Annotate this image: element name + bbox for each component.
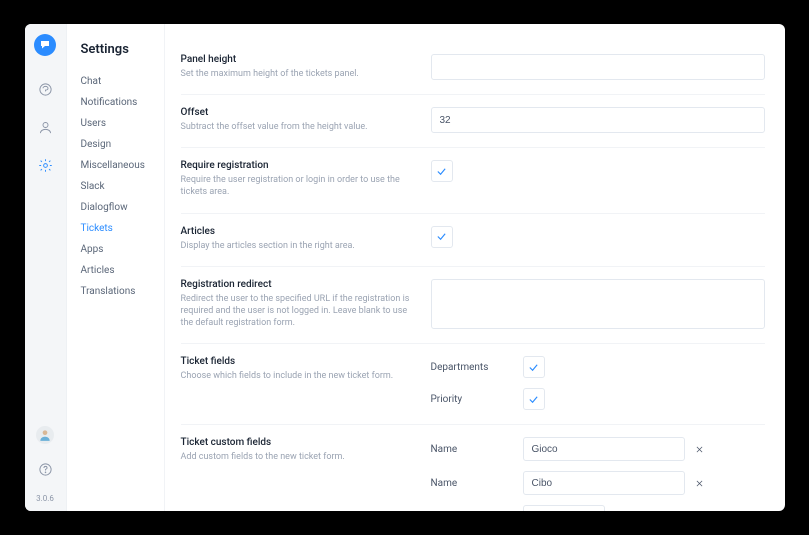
setting-label: Articles	[181, 226, 415, 237]
remove-icon[interactable]	[693, 476, 707, 490]
setting-label: Ticket custom fields	[181, 437, 415, 448]
help-icon[interactable]	[34, 458, 56, 480]
page-title: Settings	[81, 42, 164, 57]
profile-avatar[interactable]	[36, 426, 54, 444]
nav-item-tickets[interactable]: Tickets	[81, 218, 164, 239]
panel-height-input[interactable]	[431, 54, 765, 80]
articles-checkbox[interactable]	[431, 226, 453, 248]
nav-item-slack[interactable]: Slack	[81, 176, 164, 197]
settings-sidebar: Settings ChatNotificationsUsersDesignMis…	[67, 24, 165, 511]
settings-window: 3.0.6 Settings ChatNotificationsUsersDes…	[25, 24, 785, 511]
setting-label: Offset	[181, 107, 415, 118]
setting-require-registration: Require registration Require the user re…	[181, 148, 765, 213]
custom-field-line: Name	[431, 437, 765, 461]
settings-icon[interactable]	[34, 154, 56, 176]
conversations-icon[interactable]	[34, 78, 56, 100]
ticket-field-priority-line: Priority	[431, 388, 765, 410]
setting-ticket-fields: Ticket fields Choose which fields to inc…	[181, 344, 765, 425]
nav-item-users[interactable]: Users	[81, 113, 164, 134]
require-registration-checkbox[interactable]	[431, 160, 453, 182]
custom-field-line: Name	[431, 471, 765, 495]
setting-desc: Subtract the offset value from the heigh…	[181, 121, 415, 133]
users-icon[interactable]	[34, 116, 56, 138]
ticket-field-departments-line: Departments	[431, 356, 765, 378]
setting-ticket-custom-fields: Ticket custom fields Add custom fields t…	[181, 425, 765, 511]
setting-label: Ticket fields	[181, 356, 415, 367]
setting-registration-redirect: Registration redirect Redirect the user …	[181, 267, 765, 344]
nav-item-chat[interactable]: Chat	[81, 71, 164, 92]
nav-item-notifications[interactable]: Notifications	[81, 92, 164, 113]
setting-offset: Offset Subtract the offset value from th…	[181, 95, 765, 148]
setting-label: Require registration	[181, 160, 415, 171]
add-custom-field-button[interactable]: Add new item	[523, 505, 606, 511]
setting-desc: Choose which fields to include in the ne…	[181, 370, 415, 382]
setting-desc: Display the articles section in the righ…	[181, 240, 415, 252]
setting-desc: Redirect the user to the specified URL i…	[181, 293, 415, 329]
nav-item-dialogflow[interactable]: Dialogflow	[81, 197, 164, 218]
icon-rail: 3.0.6	[25, 24, 67, 511]
version-label: 3.0.6	[36, 494, 54, 503]
nav-item-translations[interactable]: Translations	[81, 281, 164, 302]
custom-field-sublabel: Name	[431, 444, 523, 455]
ticket-field-departments-checkbox[interactable]	[523, 356, 545, 378]
app-logo	[34, 34, 56, 56]
ticket-field-priority-checkbox[interactable]	[523, 388, 545, 410]
registration-redirect-input[interactable]	[431, 279, 765, 329]
setting-desc: Require the user registration or login i…	[181, 174, 415, 198]
setting-desc: Add custom fields to the new ticket form…	[181, 451, 415, 463]
remove-icon[interactable]	[693, 442, 707, 456]
setting-label: Panel height	[181, 54, 415, 65]
offset-input[interactable]	[431, 107, 765, 133]
custom-field-input[interactable]	[523, 471, 685, 495]
nav-item-design[interactable]: Design	[81, 134, 164, 155]
settings-main: Panel height Set the maximum height of t…	[165, 24, 785, 511]
ticket-field-priority-sublabel: Priority	[431, 394, 523, 405]
setting-panel-height: Panel height Set the maximum height of t…	[181, 42, 765, 95]
nav-item-miscellaneous[interactable]: Miscellaneous	[81, 155, 164, 176]
nav-item-apps[interactable]: Apps	[81, 239, 164, 260]
ticket-field-departments-sublabel: Departments	[431, 362, 523, 373]
nav-item-articles[interactable]: Articles	[81, 260, 164, 281]
custom-field-input[interactable]	[523, 437, 685, 461]
custom-field-sublabel: Name	[431, 478, 523, 489]
setting-articles: Articles Display the articles section in…	[181, 214, 765, 267]
setting-desc: Set the maximum height of the tickets pa…	[181, 68, 415, 80]
setting-label: Registration redirect	[181, 279, 415, 290]
